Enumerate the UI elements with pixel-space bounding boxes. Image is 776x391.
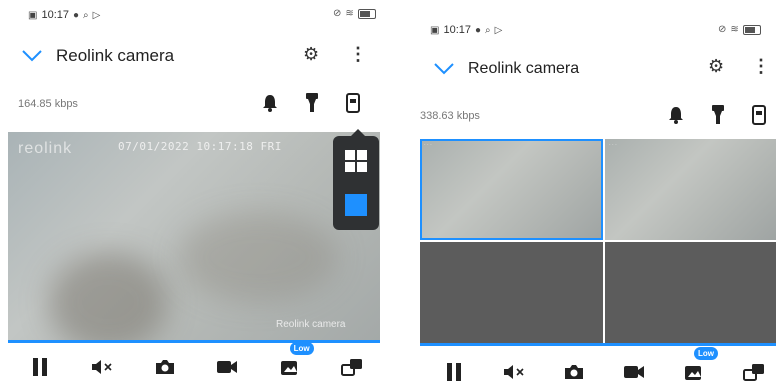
camera-icon	[565, 365, 583, 379]
sim-icon: ▣	[430, 24, 440, 36]
snapshot-button[interactable]	[151, 353, 179, 381]
camera-title[interactable]: Reolink camera	[468, 60, 579, 78]
speaker-mute-icon	[92, 360, 112, 374]
camera-title[interactable]: Reolink camera	[56, 46, 174, 66]
grid-cell-2[interactable]: · · ·	[605, 139, 776, 240]
video-feed[interactable]: reolink 07/01/2022 10:17:18 FRI Reolink …	[8, 132, 380, 340]
layout-popup	[333, 129, 379, 230]
chevron-down-icon[interactable]	[22, 50, 42, 62]
progress-bar	[8, 340, 380, 343]
status-time: 10:17	[443, 24, 471, 36]
pause-icon	[447, 363, 461, 381]
status-bar: ▣ 10:17 ● ⌕ ▷	[430, 24, 502, 36]
layout-icon[interactable]	[752, 105, 766, 125]
pause-icon	[33, 358, 47, 376]
app-header: Reolink camera	[22, 46, 174, 66]
sim-icon: ▣	[28, 9, 38, 21]
battery-icon	[742, 24, 761, 35]
status-time: 10:17	[41, 9, 69, 21]
bitrate-label: 164.85 kbps	[18, 98, 78, 110]
grid-cell-1[interactable]: · · ·	[420, 139, 603, 240]
record-button[interactable]	[213, 353, 241, 381]
quality-icon	[685, 366, 701, 380]
layout-icon[interactable]	[346, 93, 360, 113]
control-bar: Low	[440, 347, 768, 386]
camera-icon	[155, 360, 174, 374]
status-bar: ▣ 10:17 ● ⌕ ▷	[28, 9, 100, 21]
multiview-button[interactable]	[740, 358, 768, 386]
mute-status-icon: ⊘	[718, 24, 727, 35]
status-right: ⊘ ≋	[333, 8, 376, 19]
more-vertical-icon[interactable]: ⋮	[752, 56, 770, 77]
phone-screen-grid-view: ▣ 10:17 ● ⌕ ▷ ⊘ ≋ Reolink camera ⚙ ⋮ 338…	[412, 0, 776, 391]
search-status-icon: ⌕	[485, 24, 491, 36]
brand-watermark: reolink	[18, 140, 73, 157]
speaker-mute-icon	[504, 365, 524, 379]
play-status-icon: ▷	[494, 24, 503, 36]
bell-icon[interactable]	[668, 106, 684, 124]
camera-name-overlay: Reolink camera	[276, 319, 346, 330]
wifi-icon: ≋	[730, 24, 739, 35]
multiview-icon	[340, 359, 362, 376]
mute-button[interactable]	[88, 353, 116, 381]
snapshot-button[interactable]	[560, 358, 588, 386]
video-icon	[624, 366, 644, 378]
grid-4-option[interactable]	[345, 150, 367, 172]
mute-button[interactable]	[500, 358, 528, 386]
more-vertical-icon[interactable]: ⋮	[349, 44, 367, 65]
gear-icon[interactable]: ⚙	[303, 44, 319, 65]
quality-badge: Low	[289, 342, 314, 355]
app-header: Reolink camera	[434, 60, 579, 78]
grid-cell-3[interactable]	[420, 242, 603, 343]
phone-screen-single-view: ▣ 10:17 ● ⌕ ▷ ⊘ ≋ Reolink camera ⚙ ⋮ 164…	[0, 0, 388, 391]
wifi-icon: ≋	[345, 8, 354, 19]
progress-bar	[420, 343, 776, 346]
grid-cell-4[interactable]	[605, 242, 776, 343]
status-right: ⊘ ≋	[718, 24, 761, 35]
pause-button[interactable]	[26, 353, 54, 381]
timestamp-overlay: 07/01/2022 10:17:18 FRI	[118, 140, 282, 153]
quality-icon	[280, 361, 297, 375]
flashlight-icon[interactable]	[306, 93, 318, 113]
mute-status-icon: ⊘	[333, 8, 342, 19]
quality-button[interactable]: Low	[680, 347, 718, 386]
record-button[interactable]	[620, 358, 648, 386]
quality-button[interactable]: Low	[276, 342, 314, 381]
battery-icon	[357, 8, 376, 19]
search-status-icon: ⌕	[83, 9, 89, 21]
control-bar: Low	[26, 342, 366, 381]
gear-icon[interactable]: ⚙	[708, 56, 724, 77]
flashlight-icon[interactable]	[712, 105, 724, 125]
play-status-icon: ▷	[92, 9, 101, 21]
quality-badge: Low	[694, 347, 718, 360]
video-icon	[217, 361, 238, 373]
pause-button[interactable]	[440, 358, 468, 386]
bitrate-label: 338.63 kbps	[420, 110, 480, 122]
notification-icon: ●	[474, 24, 482, 36]
bell-icon[interactable]	[262, 94, 278, 112]
chevron-down-icon[interactable]	[434, 63, 454, 75]
multiview-icon	[743, 364, 764, 381]
notification-icon: ●	[72, 9, 80, 21]
single-view-option[interactable]	[345, 194, 367, 216]
multiview-button[interactable]	[338, 353, 366, 381]
